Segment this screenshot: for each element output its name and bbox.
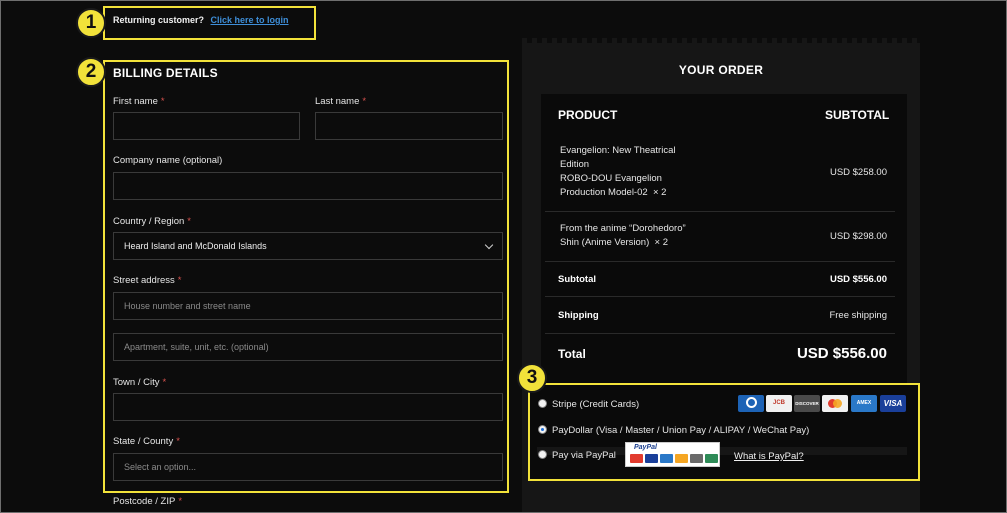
diners-icon [738, 395, 764, 412]
chevron-down-icon [484, 240, 494, 250]
badge-3: 3 [517, 363, 547, 393]
payment-option-paypal[interactable]: Pay via PayPal [538, 450, 616, 461]
payment-option-paydollar[interactable]: PayDollar (Visa / Master / Union Pay / A… [538, 425, 809, 436]
first-name-input[interactable] [113, 112, 300, 140]
billing-details-heading: BILLING DETAILS [113, 66, 218, 80]
visa-icon: VISA [880, 395, 906, 412]
bank-icon [690, 454, 703, 463]
divider [545, 296, 895, 297]
order-item-2-subtotal: USD $298.00 [829, 231, 887, 242]
paypal-wordmark: PayPal [634, 444, 657, 451]
company-input[interactable] [113, 172, 503, 200]
street-label: Street address * [113, 275, 182, 286]
total-label: Total [558, 347, 586, 361]
order-item-1-subtotal: USD $258.00 [829, 167, 887, 178]
discover-icon: DISCOVER [794, 395, 820, 412]
state-select[interactable]: Select an option... [113, 453, 503, 481]
street-address-input[interactable]: House number and street name [113, 292, 503, 320]
returning-customer-notice: Returning customer? Click here to login [113, 15, 289, 25]
badge-1: 1 [76, 8, 106, 38]
jcb-icon: JCB [766, 395, 792, 412]
paydollar-label: PayDollar (Visa / Master / Union Pay / A… [552, 425, 810, 436]
shipping-value: Free shipping [829, 310, 887, 321]
city-input[interactable] [113, 393, 503, 421]
divider [545, 261, 895, 262]
paypal-label: Pay via PayPal [552, 450, 616, 461]
stripe-label: Stripe (Credit Cards) [552, 399, 640, 410]
country-select[interactable]: Heard Island and McDonald Islands [113, 232, 503, 260]
discover-icon [675, 454, 688, 463]
badge-2: 2 [76, 57, 106, 87]
order-item-1-name: Evangelion: New Theatrical Edition ROBO-… [560, 145, 676, 198]
city-label: Town / City * [113, 377, 167, 388]
payment-option-stripe[interactable]: Stripe (Credit Cards) [538, 399, 639, 410]
subtotal-column-header: SUBTOTAL [825, 108, 890, 122]
jcb-icon [705, 454, 718, 463]
state-label: State / County * [113, 436, 180, 447]
postcode-label: Postcode / ZIP * [113, 496, 183, 507]
company-label: Company name (optional) [113, 155, 223, 166]
visa-icon [645, 454, 658, 463]
apartment-input[interactable]: Apartment, suite, unit, etc. (optional) [113, 333, 503, 361]
mastercard-icon [822, 395, 848, 412]
shipping-label: Shipping [558, 310, 599, 321]
last-name-label: Last name * [315, 96, 367, 107]
country-label: Country / Region * [113, 216, 191, 227]
paydollar-radio[interactable] [538, 425, 547, 434]
paypal-radio[interactable] [538, 450, 547, 459]
amex-icon [660, 454, 673, 463]
subtotal-value: USD $556.00 [829, 274, 887, 285]
order-item-2-name: From the anime “Dorohedoro” Shin (Anime … [560, 223, 686, 248]
what-is-paypal-link[interactable]: What is PayPal? [734, 451, 804, 462]
paypal-logo: PayPal [625, 442, 720, 467]
mastercard-icon [630, 454, 643, 463]
stripe-radio[interactable] [538, 399, 547, 408]
returning-customer-text: Returning customer? [113, 15, 205, 25]
first-name-label: First name * [113, 96, 165, 107]
country-select-value: Heard Island and McDonald Islands [124, 241, 267, 251]
your-order-heading: YOUR ORDER [678, 63, 764, 77]
subtotal-label: Subtotal [558, 274, 596, 285]
last-name-input[interactable] [315, 112, 503, 140]
total-value: USD $556.00 [796, 345, 887, 362]
login-link[interactable]: Click here to login [211, 15, 289, 25]
divider [545, 333, 895, 334]
product-column-header: PRODUCT [558, 108, 618, 122]
divider [545, 211, 895, 212]
amex-icon: AMEX [851, 395, 877, 412]
